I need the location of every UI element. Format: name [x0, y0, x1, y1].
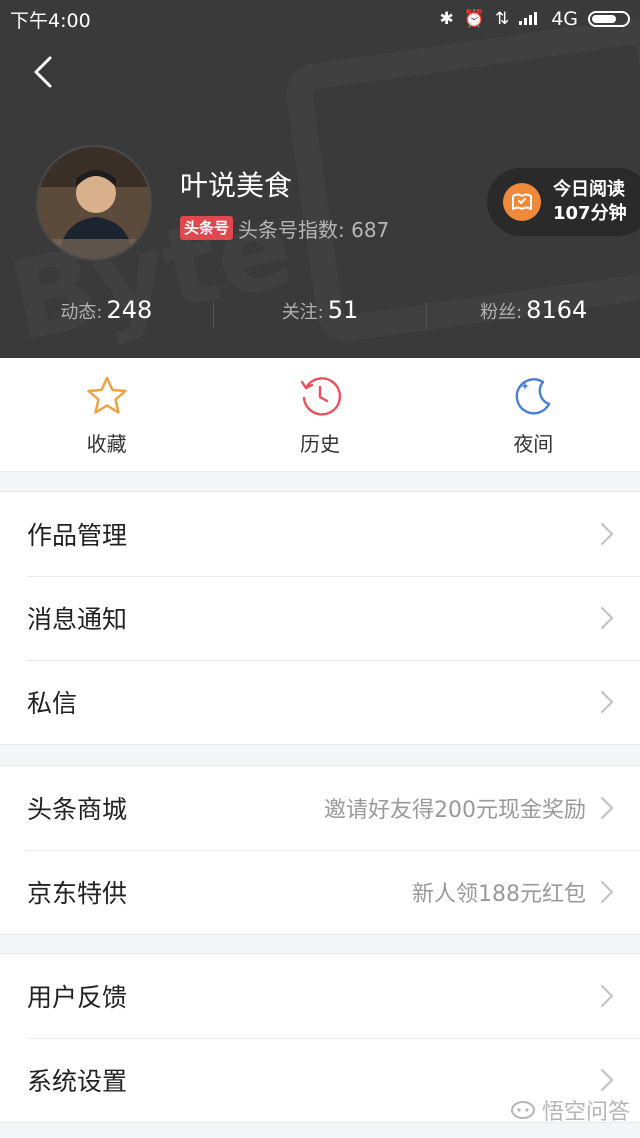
chevron-right-icon — [600, 796, 614, 820]
stat-posts[interactable]: 动态: 248 — [0, 296, 213, 340]
back-button[interactable] — [24, 52, 64, 92]
history-icon — [300, 377, 342, 416]
menu-item-subtext: 邀请好友得200元现金奖励 — [324, 798, 586, 823]
chevron-right-icon — [600, 880, 614, 904]
moon-icon — [515, 378, 551, 415]
menu-item-label: 私信 — [27, 689, 78, 718]
menu-item-jd[interactable]: 京东特供 新人领188元红包 — [0, 850, 640, 934]
menu-item-messages[interactable]: 私信 — [0, 660, 640, 744]
stat-followers[interactable]: 粉丝: 8164 — [427, 296, 640, 340]
menu-item-mall[interactable]: 头条商城 邀请好友得200元现金奖励 — [0, 766, 640, 850]
profile-header: Byte 下午4:00 ✱ ⏰ ⇅ 4G 叶说美食 头条号 — [0, 0, 640, 358]
score-label: 头条号指数 — [238, 218, 338, 242]
profile-name: 叶说美食 — [180, 169, 293, 202]
menu-item-label: 用户反馈 — [27, 983, 128, 1012]
stat-value: 248 — [106, 296, 153, 324]
menu-group-content: 作品管理 消息通知 私信 — [0, 491, 640, 745]
chevron-right-icon — [600, 690, 614, 714]
toutiao-badge: 头条号 — [180, 216, 234, 240]
today-reading-button[interactable]: 今日阅读 107分钟 — [487, 168, 640, 236]
menu-item-label: 消息通知 — [27, 605, 128, 634]
signal-icon — [519, 8, 541, 30]
chevron-left-icon — [34, 56, 52, 88]
stat-label: 动态: — [60, 302, 103, 323]
profile-stats: 动态: 248 关注: 51 粉丝: 8164 — [0, 296, 640, 340]
chevron-right-icon — [600, 606, 614, 630]
score-colon: : — [338, 218, 352, 242]
wukong-logo-icon — [510, 1101, 535, 1119]
watermark-text: 悟空问答 — [541, 1100, 630, 1125]
favorites-button[interactable]: 收藏 — [0, 358, 213, 471]
menu-group-shopping: 头条商城 邀请好友得200元现金奖励 京东特供 新人领188元红包 — [0, 765, 640, 935]
status-bar: 下午4:00 ✱ ⏰ ⇅ 4G — [0, 0, 640, 38]
chevron-right-icon — [600, 984, 614, 1008]
watermark: 悟空问答 — [510, 1094, 630, 1126]
reading-duration: 107分钟 — [553, 203, 627, 224]
chevron-right-icon — [600, 522, 614, 546]
favorites-label: 收藏 — [86, 432, 127, 456]
star-icon — [86, 376, 127, 414]
menu-item-works[interactable]: 作品管理 — [0, 492, 640, 576]
menu-item-label: 系统设置 — [27, 1067, 128, 1096]
data-transfer-icon: ⇅ — [494, 9, 510, 29]
menu-item-label: 头条商城 — [27, 795, 128, 824]
stat-value: 51 — [327, 296, 359, 324]
stat-following[interactable]: 关注: 51 — [214, 296, 427, 340]
score-value: 687 — [351, 218, 390, 242]
avatar[interactable] — [36, 145, 152, 261]
night-mode-label: 夜间 — [513, 432, 554, 456]
bluetooth-icon: ✱ — [439, 9, 454, 29]
reading-label: 今日阅读 — [553, 179, 625, 200]
status-time: 下午4:00 — [10, 9, 91, 32]
menu-item-notifications[interactable]: 消息通知 — [0, 576, 640, 660]
quick-actions: 收藏 历史 夜间 — [0, 358, 640, 472]
menu-item-subtext: 新人领188元红包 — [412, 882, 586, 907]
history-label: 历史 — [299, 432, 340, 456]
night-mode-button[interactable]: 夜间 — [427, 358, 640, 471]
menu-item-feedback[interactable]: 用户反馈 — [0, 954, 640, 1038]
book-icon — [503, 183, 541, 221]
menu-item-label: 京东特供 — [27, 879, 128, 908]
history-button[interactable]: 历史 — [213, 358, 426, 471]
stat-value: 8164 — [526, 296, 588, 324]
menu-item-label: 作品管理 — [27, 521, 128, 550]
alarm-icon: ⏰ — [463, 9, 485, 29]
profile-score: 头条号指数: 687 — [238, 214, 389, 243]
chevron-right-icon — [600, 1068, 614, 1092]
battery-icon — [588, 11, 630, 27]
network-type: 4G — [551, 8, 578, 30]
stat-label: 关注: — [281, 302, 324, 323]
stat-label: 粉丝: — [480, 302, 523, 323]
